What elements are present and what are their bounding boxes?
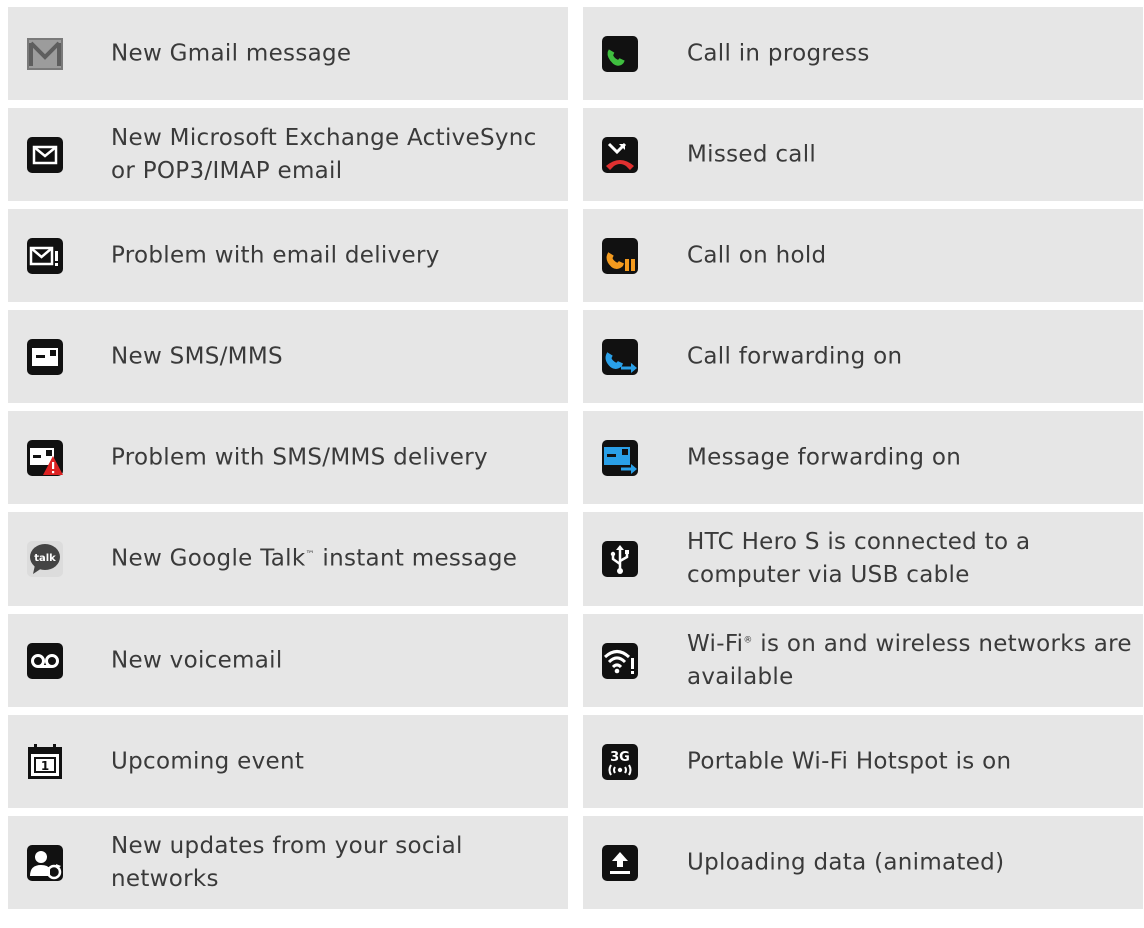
calendar-icon: 1 bbox=[26, 743, 64, 781]
list-item-label: New voicemail bbox=[111, 647, 283, 673]
call-in-progress-icon bbox=[601, 35, 639, 73]
list-item-label: New Gmail message bbox=[111, 40, 352, 66]
list-item: HTC Hero S is connected to a computer vi… bbox=[583, 512, 1143, 606]
list-item: Problem with SMS/MMS delivery bbox=[8, 411, 568, 504]
message-forwarding-icon bbox=[601, 439, 639, 477]
svg-text:talk: talk bbox=[34, 553, 56, 564]
missed-call-icon bbox=[601, 136, 639, 174]
list-item: Problem with email delivery bbox=[8, 209, 568, 302]
list-item-label: New updates from your social networks bbox=[111, 832, 463, 892]
list-item-label: Call on hold bbox=[687, 242, 827, 268]
list-item: talk New Google Talk™ instant message bbox=[8, 512, 568, 606]
right-column: Call in progress Missed call Call on hol… bbox=[583, 7, 1143, 917]
social-update-icon bbox=[26, 844, 64, 882]
sms-problem-icon bbox=[26, 439, 64, 477]
list-item-label: New SMS/MMS bbox=[111, 343, 283, 369]
list-item: 1 Upcoming event bbox=[8, 715, 568, 808]
google-talk-icon: talk bbox=[26, 540, 64, 578]
email-icon bbox=[26, 136, 64, 174]
list-item-label: New Google Talk™ instant message bbox=[111, 545, 518, 572]
hotspot-badge-text: 3G bbox=[610, 750, 630, 765]
list-item-label: New Microsoft Exchange ActiveSync or POP… bbox=[111, 124, 537, 184]
list-item-label: Upcoming event bbox=[111, 748, 305, 774]
usb-icon bbox=[601, 540, 639, 578]
list-item: New updates from your social networks bbox=[8, 816, 568, 909]
list-item: Call forwarding on bbox=[583, 310, 1143, 403]
list-item: Call in progress bbox=[583, 7, 1143, 100]
list-item-label: Message forwarding on bbox=[687, 444, 962, 470]
voicemail-icon bbox=[26, 642, 64, 680]
list-item-label: Problem with email delivery bbox=[111, 242, 440, 268]
list-item-label: HTC Hero S is connected to a computer vi… bbox=[687, 529, 1031, 588]
email-problem-icon bbox=[26, 237, 64, 275]
svg-text:1: 1 bbox=[41, 759, 49, 773]
list-item-label: Missed call bbox=[687, 141, 817, 167]
list-item-label: Uploading data (animated) bbox=[687, 849, 1005, 875]
call-forwarding-icon bbox=[601, 338, 639, 376]
call-on-hold-icon bbox=[601, 237, 639, 275]
left-column: New Gmail message New Microsoft Exchange… bbox=[8, 7, 568, 917]
list-item: Message forwarding on bbox=[583, 411, 1143, 504]
sms-icon bbox=[26, 338, 64, 376]
list-item: Missed call bbox=[583, 108, 1143, 201]
list-item: New Gmail message bbox=[8, 7, 568, 100]
list-item-label: Portable Wi-Fi Hotspot is on bbox=[687, 748, 1012, 774]
wifi-icon bbox=[601, 642, 639, 680]
list-item: New Microsoft Exchange ActiveSync or POP… bbox=[8, 108, 568, 201]
list-item-label: Call forwarding on bbox=[687, 343, 903, 369]
list-item-label: Call in progress bbox=[687, 40, 870, 66]
gmail-icon bbox=[26, 35, 64, 73]
list-item: Uploading data (animated) bbox=[583, 816, 1143, 909]
list-item-label: Wi-Fi® is on and wireless networks are a… bbox=[687, 630, 1132, 690]
upload-icon bbox=[601, 844, 639, 882]
list-item: 3G Portable Wi-Fi Hotspot is on bbox=[583, 715, 1143, 808]
list-item-label: Problem with SMS/MMS delivery bbox=[111, 444, 488, 470]
list-item: New voicemail bbox=[8, 614, 568, 707]
hotspot-3g-icon: 3G bbox=[601, 743, 639, 781]
list-item: Wi-Fi® is on and wireless networks are a… bbox=[583, 614, 1143, 707]
list-item: Call on hold bbox=[583, 209, 1143, 302]
list-item: New SMS/MMS bbox=[8, 310, 568, 403]
